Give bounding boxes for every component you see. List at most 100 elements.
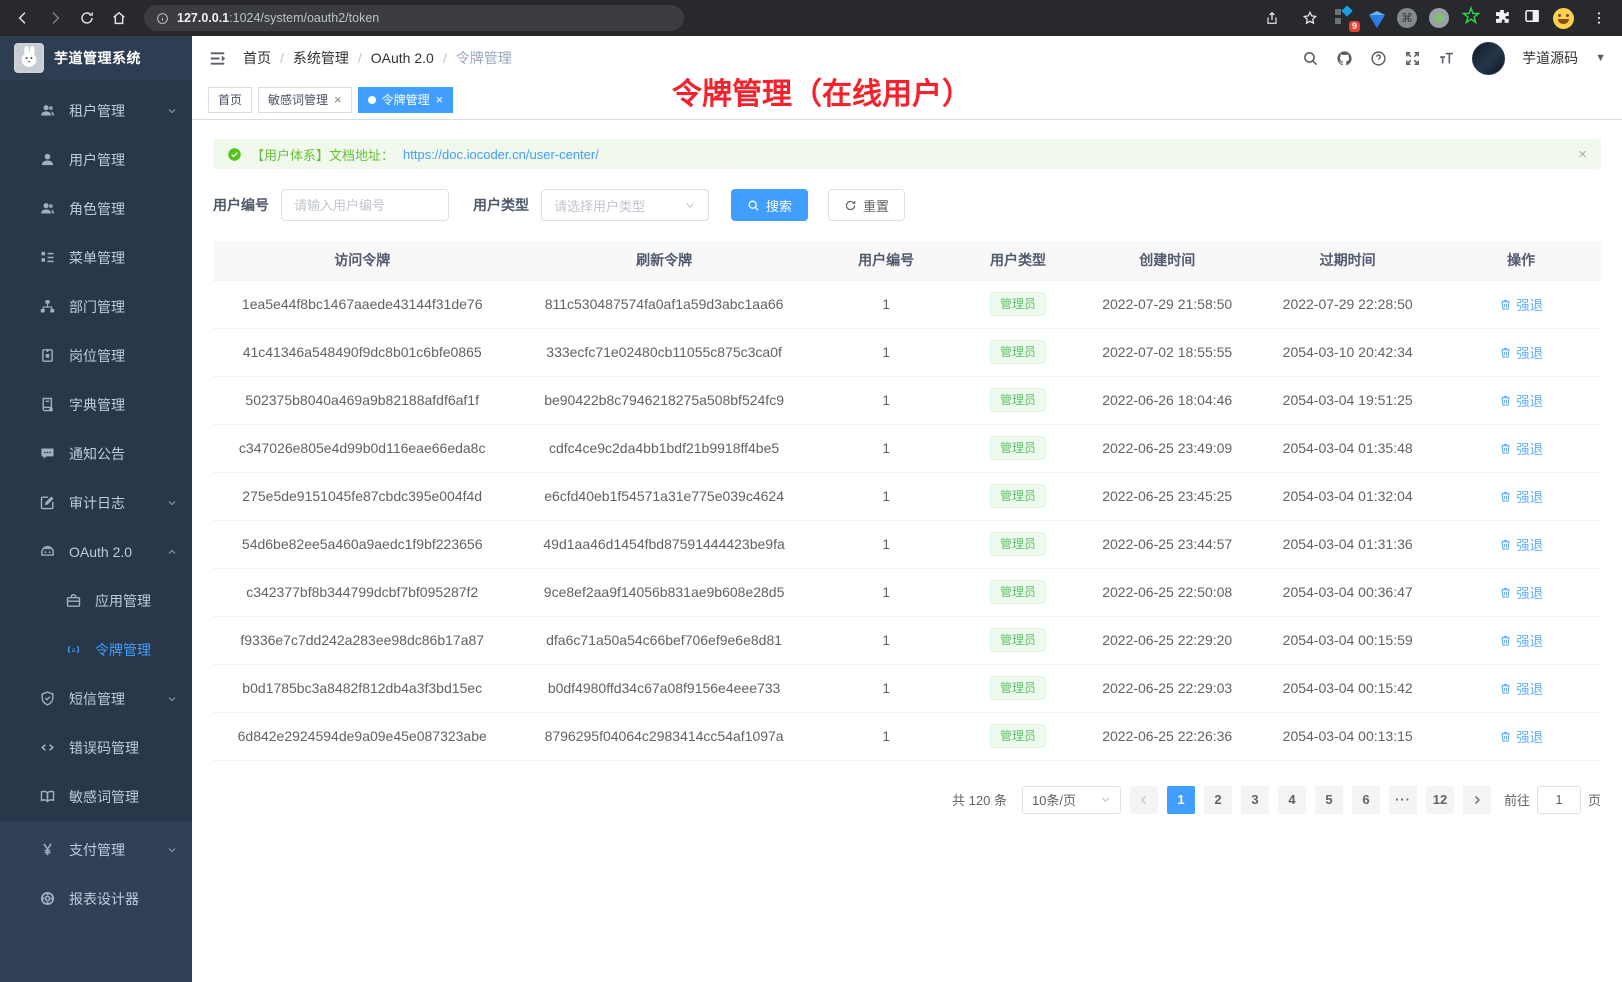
access-token-cell: 54d6be82ee5a460a9aedc1f9bf223656 [213, 520, 511, 568]
page-button-5[interactable]: 5 [1315, 786, 1343, 814]
expire-time-cell: 2054-03-04 00:36:47 [1254, 568, 1441, 616]
force-logout-button[interactable]: 强退 [1499, 294, 1543, 314]
star-extension-icon[interactable] [1461, 6, 1481, 31]
sidebar-item-errcode[interactable]: 错误码管理 [0, 723, 192, 772]
sidebar-item-tenant[interactable]: 租户管理 [0, 86, 192, 135]
reset-button[interactable]: 重置 [828, 189, 905, 221]
page-button-2[interactable]: 2 [1204, 786, 1232, 814]
browser-home-icon[interactable] [106, 5, 132, 31]
address-bar[interactable]: 127.0.0.1:1024/system/oauth2/token [144, 5, 684, 31]
chrome-menu-icon[interactable] [1586, 5, 1612, 31]
alert-close-icon[interactable]: × [1578, 146, 1587, 163]
help-icon[interactable] [1370, 50, 1387, 67]
force-logout-button[interactable]: 强退 [1499, 582, 1543, 602]
sidebar-item-token-manage[interactable]: a 令牌管理 [0, 625, 192, 674]
search-icon[interactable] [1302, 50, 1319, 67]
sidebar-item-post[interactable]: 岗位管理 [0, 331, 192, 380]
force-logout-button[interactable]: 强退 [1499, 678, 1543, 698]
browser-reload-icon[interactable] [74, 5, 100, 31]
fullscreen-icon[interactable] [1404, 50, 1421, 67]
gem-extension-icon[interactable] [1369, 15, 1385, 28]
goto-page-input[interactable] [1537, 786, 1581, 814]
user-type-tag: 管理员 [990, 388, 1046, 412]
breadcrumb-system[interactable]: 系统管理 [293, 48, 349, 68]
page-button-6[interactable]: 6 [1352, 786, 1380, 814]
bookmark-star-icon[interactable] [1297, 5, 1323, 31]
user-avatar[interactable] [1472, 42, 1505, 75]
browser-back-icon[interactable] [10, 5, 36, 31]
force-logout-button[interactable]: 强退 [1499, 342, 1543, 362]
github-icon[interactable] [1336, 50, 1353, 67]
user-type-cell: 管理员 [956, 328, 1081, 376]
sidebar-item-dict[interactable]: 字典管理 [0, 380, 192, 429]
doc-alert: 【用户体系】文档地址： https://doc.iocoder.cn/user-… [213, 139, 1601, 169]
tab-token-manage[interactable]: 令牌管理× [358, 87, 454, 113]
browser-forward-icon[interactable] [42, 5, 68, 31]
close-icon[interactable]: × [436, 93, 444, 106]
prev-page-button[interactable] [1130, 786, 1158, 814]
user-id-cell: 1 [817, 520, 956, 568]
user-type-select[interactable]: 请选择用户类型 [541, 189, 709, 221]
more-pages-button[interactable]: ··· [1389, 786, 1417, 814]
user-id-label: 用户编号 [213, 195, 269, 215]
page-button-3[interactable]: 3 [1241, 786, 1269, 814]
refresh-token-cell: 811c530487574fa0af1a59d3abc1aa66 [511, 280, 816, 328]
hamburger-icon[interactable] [208, 49, 227, 68]
profile-avatar-icon[interactable] [1553, 8, 1574, 29]
sidebar-item-sms[interactable]: 短信管理 [0, 674, 192, 723]
sidebar-item-pay[interactable]: 支付管理 [0, 825, 192, 874]
page-button-12[interactable]: 12 [1426, 786, 1454, 814]
breadcrumb-home[interactable]: 首页 [243, 48, 271, 68]
puzzle-extension-icon[interactable] [1493, 7, 1511, 30]
search-button[interactable]: 搜索 [731, 189, 808, 221]
table-row: 41c41346a548490f9dc8b01c6bfe0865 333ecfc… [213, 328, 1601, 376]
sidebar-item-menu[interactable]: 菜单管理 [0, 233, 192, 282]
page-button-4[interactable]: 4 [1278, 786, 1306, 814]
expire-time-cell: 2054-03-04 00:15:42 [1254, 664, 1441, 712]
page-size-select[interactable]: 10条/页 [1022, 786, 1121, 814]
command-extension-icon[interactable]: ⌘ [1397, 8, 1417, 28]
next-page-button[interactable] [1463, 786, 1491, 814]
font-size-icon[interactable] [1438, 50, 1455, 67]
breadcrumb-oauth2[interactable]: OAuth 2.0 [371, 50, 434, 66]
robot-icon [38, 543, 56, 561]
pagination: 共 120 条 10条/页 1 2 3 4 5 6 ··· 12 前往 页 [213, 786, 1601, 814]
user-id-input[interactable] [281, 189, 449, 221]
sidebar-item-sensitive-word[interactable]: 敏感词管理 [0, 772, 192, 821]
site-info-icon[interactable] [156, 12, 169, 25]
force-logout-button[interactable]: 强退 [1499, 486, 1543, 506]
record-extension-icon[interactable] [1429, 8, 1449, 28]
sidebar-item-app-manage[interactable]: 应用管理 [0, 576, 192, 625]
sidebar-item-dept[interactable]: 部门管理 [0, 282, 192, 331]
extension-badge-icon[interactable]: 9 [1335, 7, 1357, 29]
col-user-id: 用户编号 [817, 241, 956, 280]
user-type-tag: 管理员 [990, 484, 1046, 508]
tab-sensitive-word[interactable]: 敏感词管理× [258, 87, 352, 113]
doc-link[interactable]: https://doc.iocoder.cn/user-center/ [403, 147, 599, 162]
username-label[interactable]: 芋道源码 [1522, 48, 1578, 68]
sidebar-item-report-designer[interactable]: 报表设计器 [0, 874, 192, 923]
chevron-down-icon [166, 105, 178, 117]
force-logout-button[interactable]: 强退 [1499, 390, 1543, 410]
user-type-cell: 管理员 [956, 712, 1081, 760]
force-logout-button[interactable]: 强退 [1499, 726, 1543, 746]
sidebar-item-label: 报表设计器 [69, 889, 139, 909]
sidebar-item-notice[interactable]: 通知公告 [0, 429, 192, 478]
user-type-tag: 管理员 [990, 580, 1046, 604]
force-logout-button[interactable]: 强退 [1499, 630, 1543, 650]
sidebar-item-role[interactable]: 角色管理 [0, 184, 192, 233]
force-logout-label: 强退 [1516, 534, 1543, 554]
sidebar-item-audit-log[interactable]: 审计日志 [0, 478, 192, 527]
close-icon[interactable]: × [334, 93, 342, 106]
tab-home[interactable]: 首页 [208, 87, 252, 113]
sidebar-item-oauth2[interactable]: OAuth 2.0 [0, 527, 192, 576]
force-logout-button[interactable]: 强退 [1499, 438, 1543, 458]
share-icon[interactable] [1259, 5, 1285, 31]
sidepanel-icon[interactable] [1523, 7, 1541, 30]
force-logout-button[interactable]: 强退 [1499, 534, 1543, 554]
sidebar-item-user[interactable]: 用户管理 [0, 135, 192, 184]
sidebar-item-label: 敏感词管理 [69, 787, 139, 807]
refresh-token-cell: be90422b8c7946218275a508bf524fc9 [511, 376, 816, 424]
page-button-1[interactable]: 1 [1167, 786, 1195, 814]
caret-down-icon[interactable]: ▼ [1595, 52, 1606, 64]
